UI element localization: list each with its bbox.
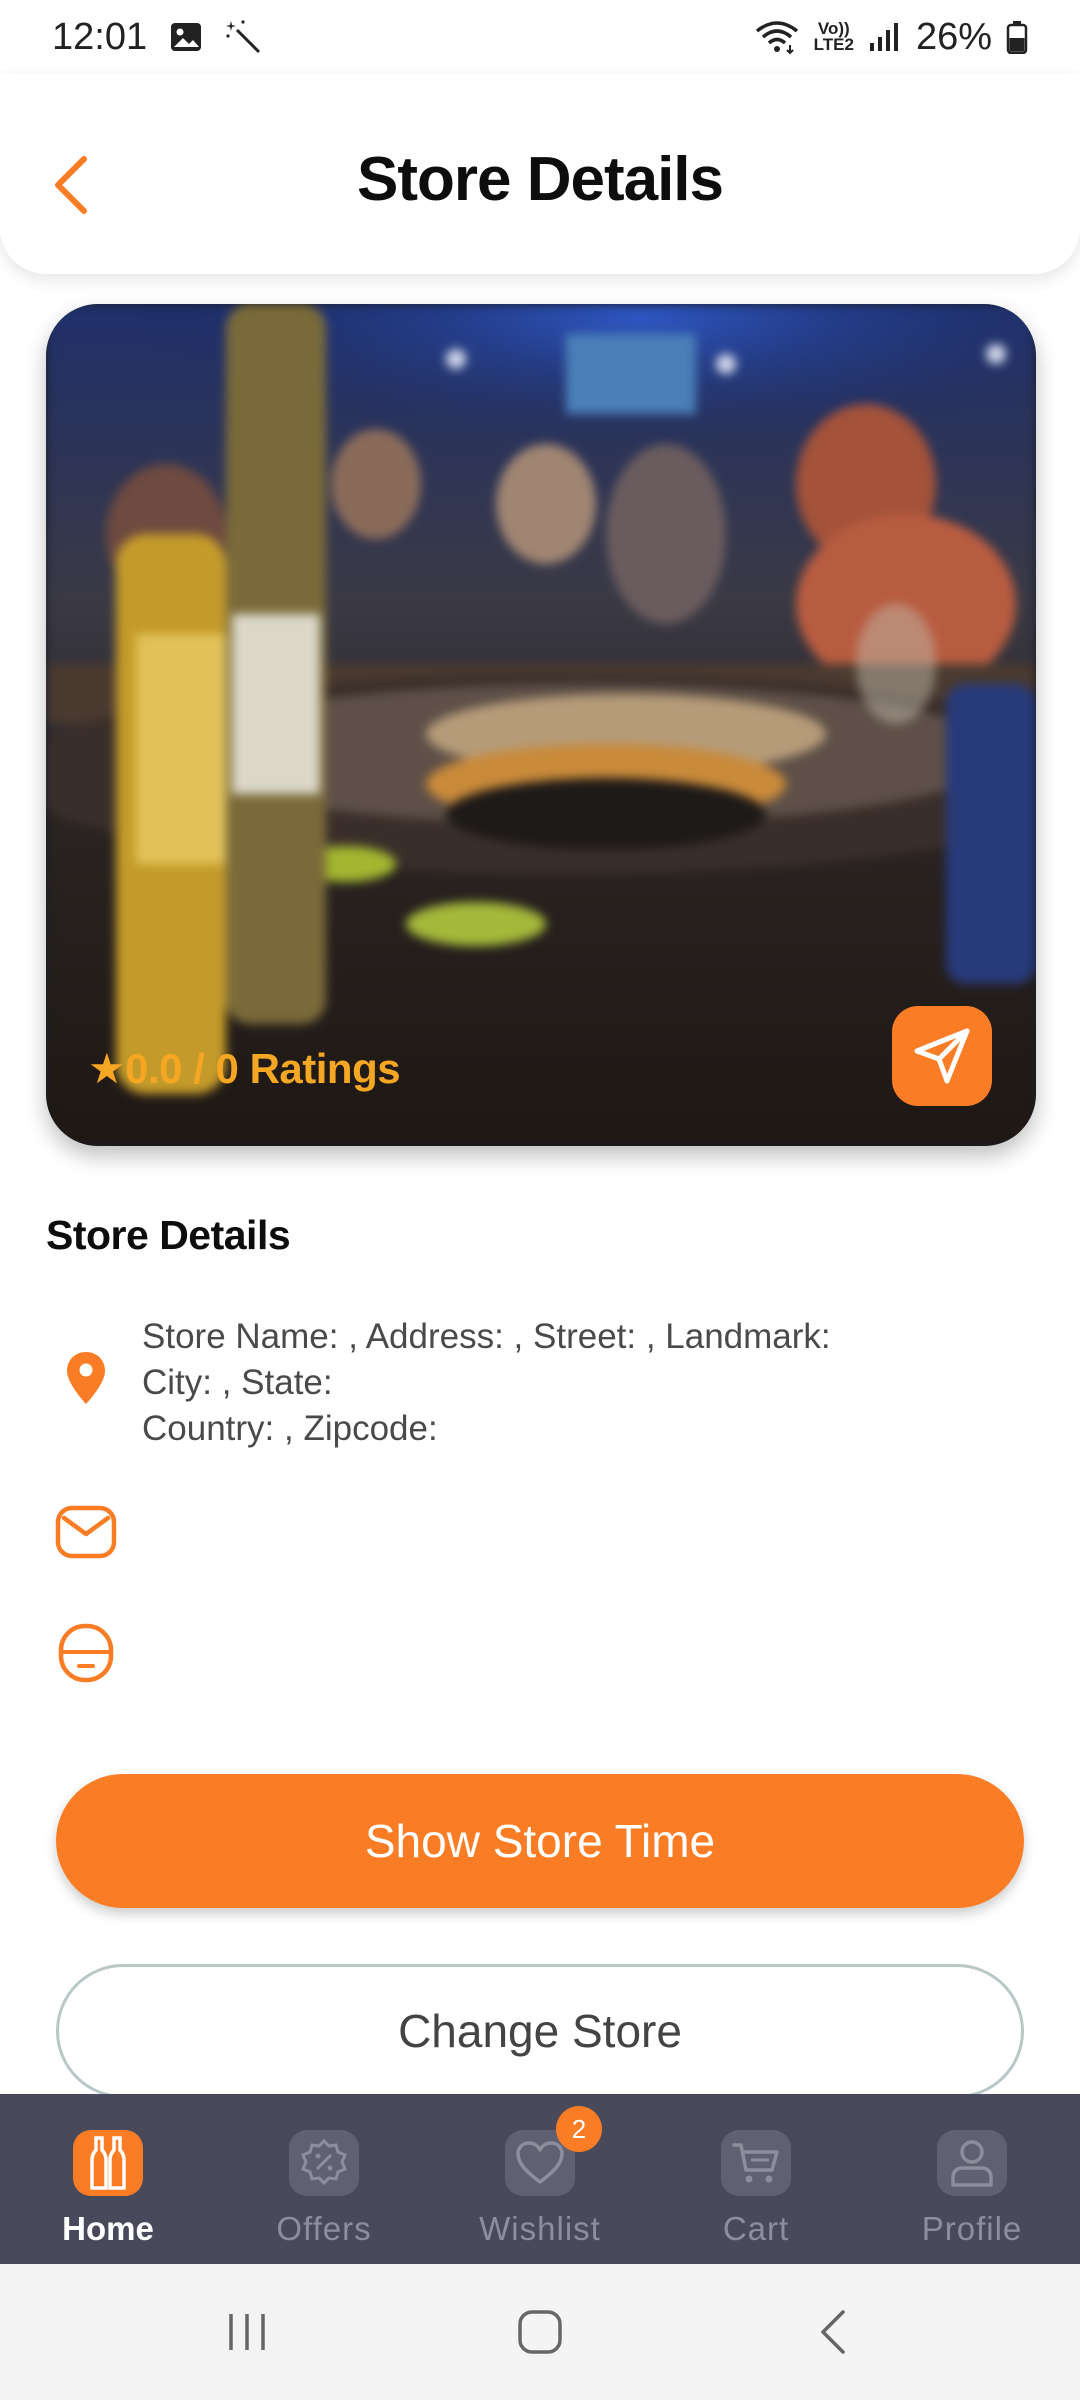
recent-apps-icon [228, 2314, 265, 2350]
status-bar: 12:01 Vo)) LTE2 26% [0, 0, 1080, 74]
store-photo [46, 304, 1036, 1146]
nav-item-wishlist[interactable]: Wishlist [432, 2094, 648, 2264]
address-text: Store Name: , Address: , Street: , Landm… [142, 1314, 831, 1452]
page-title: Store Details [356, 145, 724, 214]
nav-item-home[interactable]: Home [0, 2094, 216, 2264]
bottom-navigation: Home Offers Wishlist Cart Profile 2 [0, 2094, 1080, 2264]
battery-percent: 26% [915, 15, 992, 58]
address-line: Store Name: , Address: , Street: , Landm… [142, 1317, 831, 1356]
volte-indicator: Vo)) LTE2 [813, 20, 854, 54]
magic-wand-icon [225, 18, 263, 56]
system-navigation-bar [0, 2264, 1080, 2400]
nav-label-offers: Offers [276, 2210, 372, 2247]
wifi-icon [754, 19, 800, 55]
mail-icon [55, 1505, 117, 1559]
address-row: Store Name: , Address: , Street: , Landm… [46, 1314, 1036, 1452]
nav-label-cart: Cart [722, 2210, 790, 2247]
nav-item-profile[interactable]: Profile [864, 2094, 1080, 2264]
back-system-button[interactable] [773, 2292, 893, 2372]
change-store-button[interactable]: Change Store [56, 1964, 1024, 2098]
offers-badge-icon [301, 2138, 347, 2186]
share-button[interactable] [892, 1006, 992, 1106]
send-icon [914, 1028, 970, 1084]
back-chevron-icon [821, 2310, 846, 2354]
store-details-heading: Store Details [46, 1212, 291, 1258]
email-row[interactable] [46, 1504, 1036, 1560]
user-icon [951, 2140, 993, 2187]
nav-label-wishlist: Wishlist [479, 2210, 601, 2247]
heart-icon [516, 2141, 564, 2184]
nav-label-home: Home [62, 2210, 154, 2247]
home-bottles-icon [90, 2136, 126, 2190]
address-line: City: , State: [142, 1363, 333, 1402]
rating-text: ★0.0 / 0 Ratings [88, 1045, 401, 1092]
app-header: Store Details [0, 74, 1080, 274]
home-square-icon [518, 2310, 562, 2354]
nav-label-profile: Profile [921, 2210, 1023, 2247]
status-time: 12:01 [52, 15, 148, 58]
address-line: Country: , Zipcode: [142, 1409, 438, 1448]
location-pin-icon [67, 1352, 105, 1404]
gallery-icon [169, 20, 203, 54]
nav-item-cart[interactable]: Cart [648, 2094, 864, 2264]
phone-icon [58, 1623, 114, 1683]
signal-icon [868, 21, 902, 53]
phone-row[interactable] [46, 1622, 1036, 1684]
store-image: ★0.0 / 0 Ratings [46, 304, 1036, 1146]
nav-item-offers[interactable]: Offers [216, 2094, 432, 2264]
recent-apps-button[interactable] [187, 2292, 307, 2372]
home-system-button[interactable] [480, 2292, 600, 2372]
cart-icon [732, 2143, 779, 2183]
volte-label-bottom: LTE2 [813, 35, 854, 54]
battery-icon [1006, 20, 1028, 54]
cart-count-badge: 2 [556, 2106, 602, 2152]
show-store-time-button[interactable]: Show Store Time [56, 1774, 1024, 1908]
